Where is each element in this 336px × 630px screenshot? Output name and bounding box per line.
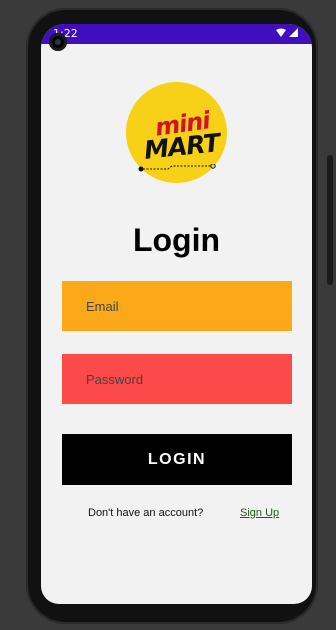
logo-word-mart: MART: [142, 128, 221, 165]
login-button[interactable]: LOGIN: [62, 434, 292, 485]
app-screen: 1:22 mini MART Login LOGIN: [41, 24, 312, 604]
device-frame: 1:22 mini MART Login LOGIN: [0, 0, 336, 630]
signup-link[interactable]: Sign Up: [240, 507, 279, 519]
wifi-icon: [276, 28, 286, 37]
phone-side-button: [327, 155, 333, 285]
status-icons: [276, 28, 298, 37]
email-field[interactable]: [62, 281, 292, 331]
mini-mart-logo: mini MART: [126, 82, 227, 183]
logo-circuit-line-icon: [138, 164, 216, 172]
password-field[interactable]: [62, 354, 292, 404]
status-bar: 1:22: [41, 24, 312, 44]
camera-icon: [49, 33, 67, 51]
signal-icon: [289, 28, 298, 37]
signup-prompt: Don't have an account?: [88, 507, 204, 519]
page-title: Login: [132, 222, 221, 258]
